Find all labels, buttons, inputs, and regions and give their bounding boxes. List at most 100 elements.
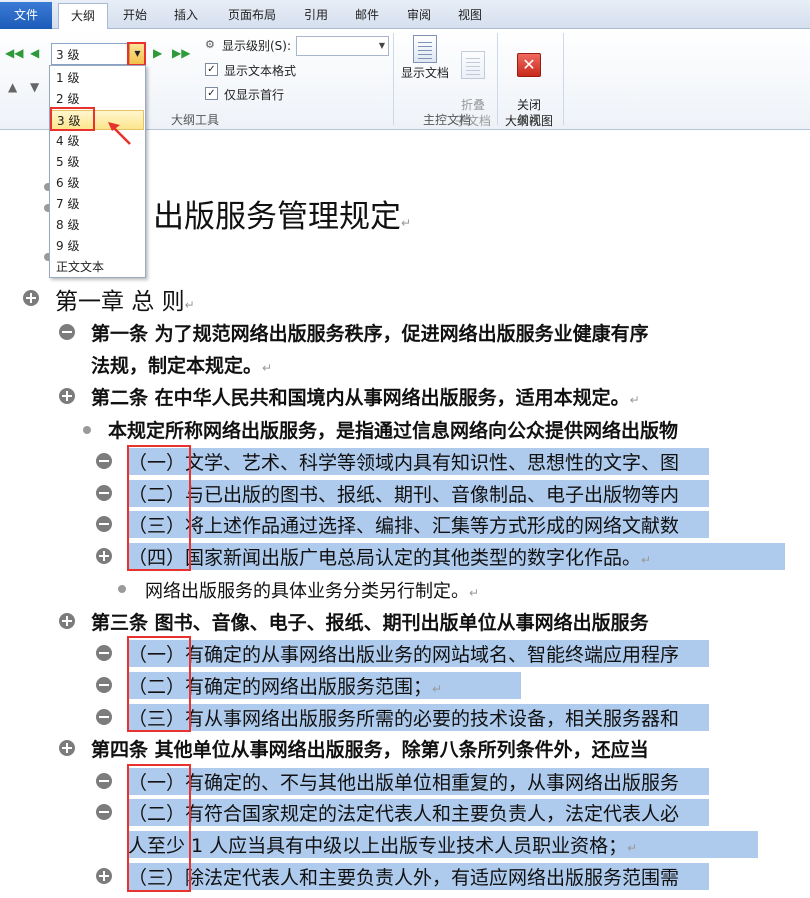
item-text: 文学、艺术、科学等领域内具有知识性、思想性的文字、图 xyxy=(185,452,680,474)
item-text: 国家新闻出版广电总局认定的其他类型的数字化作品。 xyxy=(185,547,642,569)
level-option-7[interactable]: 7 级 xyxy=(51,194,144,214)
document-title[interactable]: 出版服务管理规定↵ xyxy=(153,191,411,236)
article-4[interactable]: 第四条 其他单位从事网络出版服务，除第八条所列条件外，还应当 xyxy=(91,735,649,762)
move-down-icon[interactable]: ▼ xyxy=(30,81,39,93)
outline-tools-group-label: 大纲工具 xyxy=(170,113,219,127)
collapse-icon[interactable] xyxy=(96,516,112,532)
paragraph-mark: ↵ xyxy=(401,216,412,230)
show-first-line-label: 仅显示首行 xyxy=(224,88,285,102)
expand-icon[interactable] xyxy=(59,740,75,756)
paragraph-mark: ↵ xyxy=(641,553,652,567)
show-document-label: 显示文档 xyxy=(400,66,449,80)
item-text: 有确定的、不与其他出版单位相重复的，从事网络出版服务 xyxy=(185,772,680,794)
level-option-body-text[interactable]: 正文文本 xyxy=(51,257,144,277)
level-option-5[interactable]: 5 级 xyxy=(51,152,144,172)
article-2-text: 第二条 在中华人民共和国境内从事网络出版服务，适用本规定。 xyxy=(91,387,630,409)
collapse-icon[interactable] xyxy=(96,709,112,725)
level-option-6[interactable]: 6 级 xyxy=(51,173,144,193)
show-text-format-checkbox[interactable]: ✓ xyxy=(205,63,218,76)
group-divider xyxy=(563,33,564,125)
expand-icon[interactable] xyxy=(96,868,112,884)
collapse-icon[interactable] xyxy=(96,485,112,501)
document-title-text: 出版服务管理规定 xyxy=(153,199,401,235)
demote-icon[interactable]: ▶ xyxy=(153,47,162,59)
show-document-button[interactable]: 显示文档 xyxy=(398,35,452,81)
highlight-box xyxy=(127,42,146,66)
list-item[interactable]: （三）将上述作品通过选择、编排、汇集等方式形成的网络文献数 xyxy=(128,511,710,538)
collapse-icon[interactable] xyxy=(96,677,112,693)
ribbon-tab-bar: 文件 大纲 开始 插入 页面布局 引用 邮件 审阅 视图 xyxy=(0,0,810,30)
paragraph-mark: ↵ xyxy=(627,841,638,855)
tab-mailings[interactable]: 邮件 xyxy=(345,3,389,29)
expand-icon[interactable] xyxy=(59,388,75,404)
document-icon xyxy=(413,35,437,63)
move-up-icon[interactable]: ▲ xyxy=(8,81,17,93)
article-1-line-2[interactable]: 法规，制定本规定。↵ xyxy=(91,351,272,378)
item-text: 有从事网络出版服务所需的必要的技术设备，相关服务器和 xyxy=(185,708,680,730)
definition-paragraph[interactable]: 本规定所称网络出版服务，是指通过信息网络向公众提供网络出版物 xyxy=(108,416,678,443)
article-3[interactable]: 第三条 图书、音像、电子、报纸、期刊出版单位从事网络出版服务 xyxy=(91,608,649,635)
level-option-9[interactable]: 9 级 xyxy=(51,236,144,256)
list-item[interactable]: （一）有确定的、不与其他出版单位相重复的，从事网络出版服务 xyxy=(128,768,710,795)
promote-to-heading1-icon[interactable]: ◀◀ xyxy=(5,47,23,59)
level-option-8[interactable]: 8 级 xyxy=(51,215,144,235)
chapter-heading-text: 第一章 总 则 xyxy=(55,289,185,315)
outline-level-dropdown: 1 级 2 级 3 级 4 级 5 级 6 级 7 级 8 级 9 级 正文文本 xyxy=(49,65,146,278)
highlight-box xyxy=(127,764,191,892)
item-text: 有确定的从事网络出版业务的网站域名、智能终端应用程序 xyxy=(185,644,680,666)
list-item[interactable]: （二）与已出版的图书、报纸、期刊、音像制品、电子出版物等内 xyxy=(128,480,710,507)
tab-review[interactable]: 审阅 xyxy=(397,3,441,29)
list-item[interactable]: （一）有确定的从事网络出版业务的网站域名、智能终端应用程序 xyxy=(128,640,710,667)
list-item[interactable]: （三）除法定代表人和主要负责人外，有适应网络出版服务范围需 xyxy=(128,863,710,890)
level-option-1[interactable]: 1 级 xyxy=(51,68,144,88)
outline-symbol-icon xyxy=(118,585,126,593)
classification-note-text: 网络出版服务的具体业务分类另行制定。 xyxy=(145,581,469,602)
chapter-heading[interactable]: 第一章 总 则↵ xyxy=(55,282,195,316)
item-text: 将上述作品通过选择、编排、汇集等方式形成的网络文献数 xyxy=(185,515,680,537)
collapse-icon[interactable] xyxy=(96,645,112,661)
highlight-box xyxy=(127,636,191,732)
item-text: 有符合国家规定的法定代表人和主要负责人，法定代表人必 xyxy=(185,803,680,825)
item-text: 除法定代表人和主要负责人外，有适应网络出版服务范围需 xyxy=(185,867,680,889)
level-option-2[interactable]: 2 级 xyxy=(51,89,144,109)
outline-symbol-icon xyxy=(83,426,91,434)
tab-references[interactable]: 引用 xyxy=(294,3,338,29)
article-1-line-1[interactable]: 第一条 为了规范网络出版服务秩序，促进网络出版服务业健康有序 xyxy=(91,319,649,346)
collapse-icon[interactable] xyxy=(96,453,112,469)
demote-to-body-icon[interactable]: ▶▶ xyxy=(172,47,190,59)
list-item[interactable]: （一）文学、艺术、科学等领域内具有知识性、思想性的文字、图 xyxy=(128,448,710,475)
tab-view[interactable]: 视图 xyxy=(448,3,492,29)
group-divider xyxy=(497,33,498,125)
show-level-select[interactable]: ▼ xyxy=(296,36,389,56)
tab-page-layout[interactable]: 页面布局 xyxy=(218,3,286,29)
item-text: 人至少 1 人应当具有中级以上出版专业技术人员职业资格； xyxy=(128,835,628,857)
show-level-icon: ⚙ xyxy=(205,38,215,51)
close-icon: ✕ xyxy=(517,53,541,77)
tab-file[interactable]: 文件 xyxy=(0,2,52,29)
tab-insert[interactable]: 插入 xyxy=(164,3,208,29)
show-text-format-label: 显示文本格式 xyxy=(224,64,297,78)
annotation-arrow-icon xyxy=(108,122,131,145)
tab-home[interactable]: 开始 xyxy=(113,3,157,29)
list-item[interactable]: （三）有从事网络出版服务所需的必要的技术设备，相关服务器和 xyxy=(128,704,710,731)
list-item[interactable]: （二）有符合国家规定的法定代表人和主要负责人，法定代表人必 xyxy=(128,799,710,826)
outline-level-value: 3 级 xyxy=(56,48,80,62)
show-first-line-checkbox[interactable]: ✓ xyxy=(205,87,218,100)
article-2[interactable]: 第二条 在中华人民共和国境内从事网络出版服务，适用本规定。↵ xyxy=(91,383,640,410)
list-item-continuation[interactable]: 人至少 1 人应当具有中级以上出版专业技术人员职业资格；↵ xyxy=(128,831,758,858)
list-item[interactable]: （四）国家新闻出版广电总局认定的其他类型的数字化作品。↵ xyxy=(128,543,785,570)
paragraph-mark: ↵ xyxy=(629,393,640,407)
show-level-label: 显示级别(S): xyxy=(222,39,292,53)
classification-note[interactable]: 网络出版服务的具体业务分类另行制定。↵ xyxy=(145,577,479,603)
expand-icon[interactable] xyxy=(59,613,75,629)
paragraph-mark: ↵ xyxy=(469,586,480,600)
expand-icon[interactable] xyxy=(23,290,39,306)
promote-icon[interactable]: ◀ xyxy=(30,47,39,59)
highlight-box xyxy=(127,445,191,571)
master-document-group-label: 主控文档 xyxy=(422,113,471,127)
expand-icon[interactable] xyxy=(96,548,112,564)
collapse-icon[interactable] xyxy=(96,773,112,789)
collapse-icon[interactable] xyxy=(59,324,75,340)
tab-outline[interactable]: 大纲 xyxy=(58,3,108,30)
collapse-icon[interactable] xyxy=(96,804,112,820)
